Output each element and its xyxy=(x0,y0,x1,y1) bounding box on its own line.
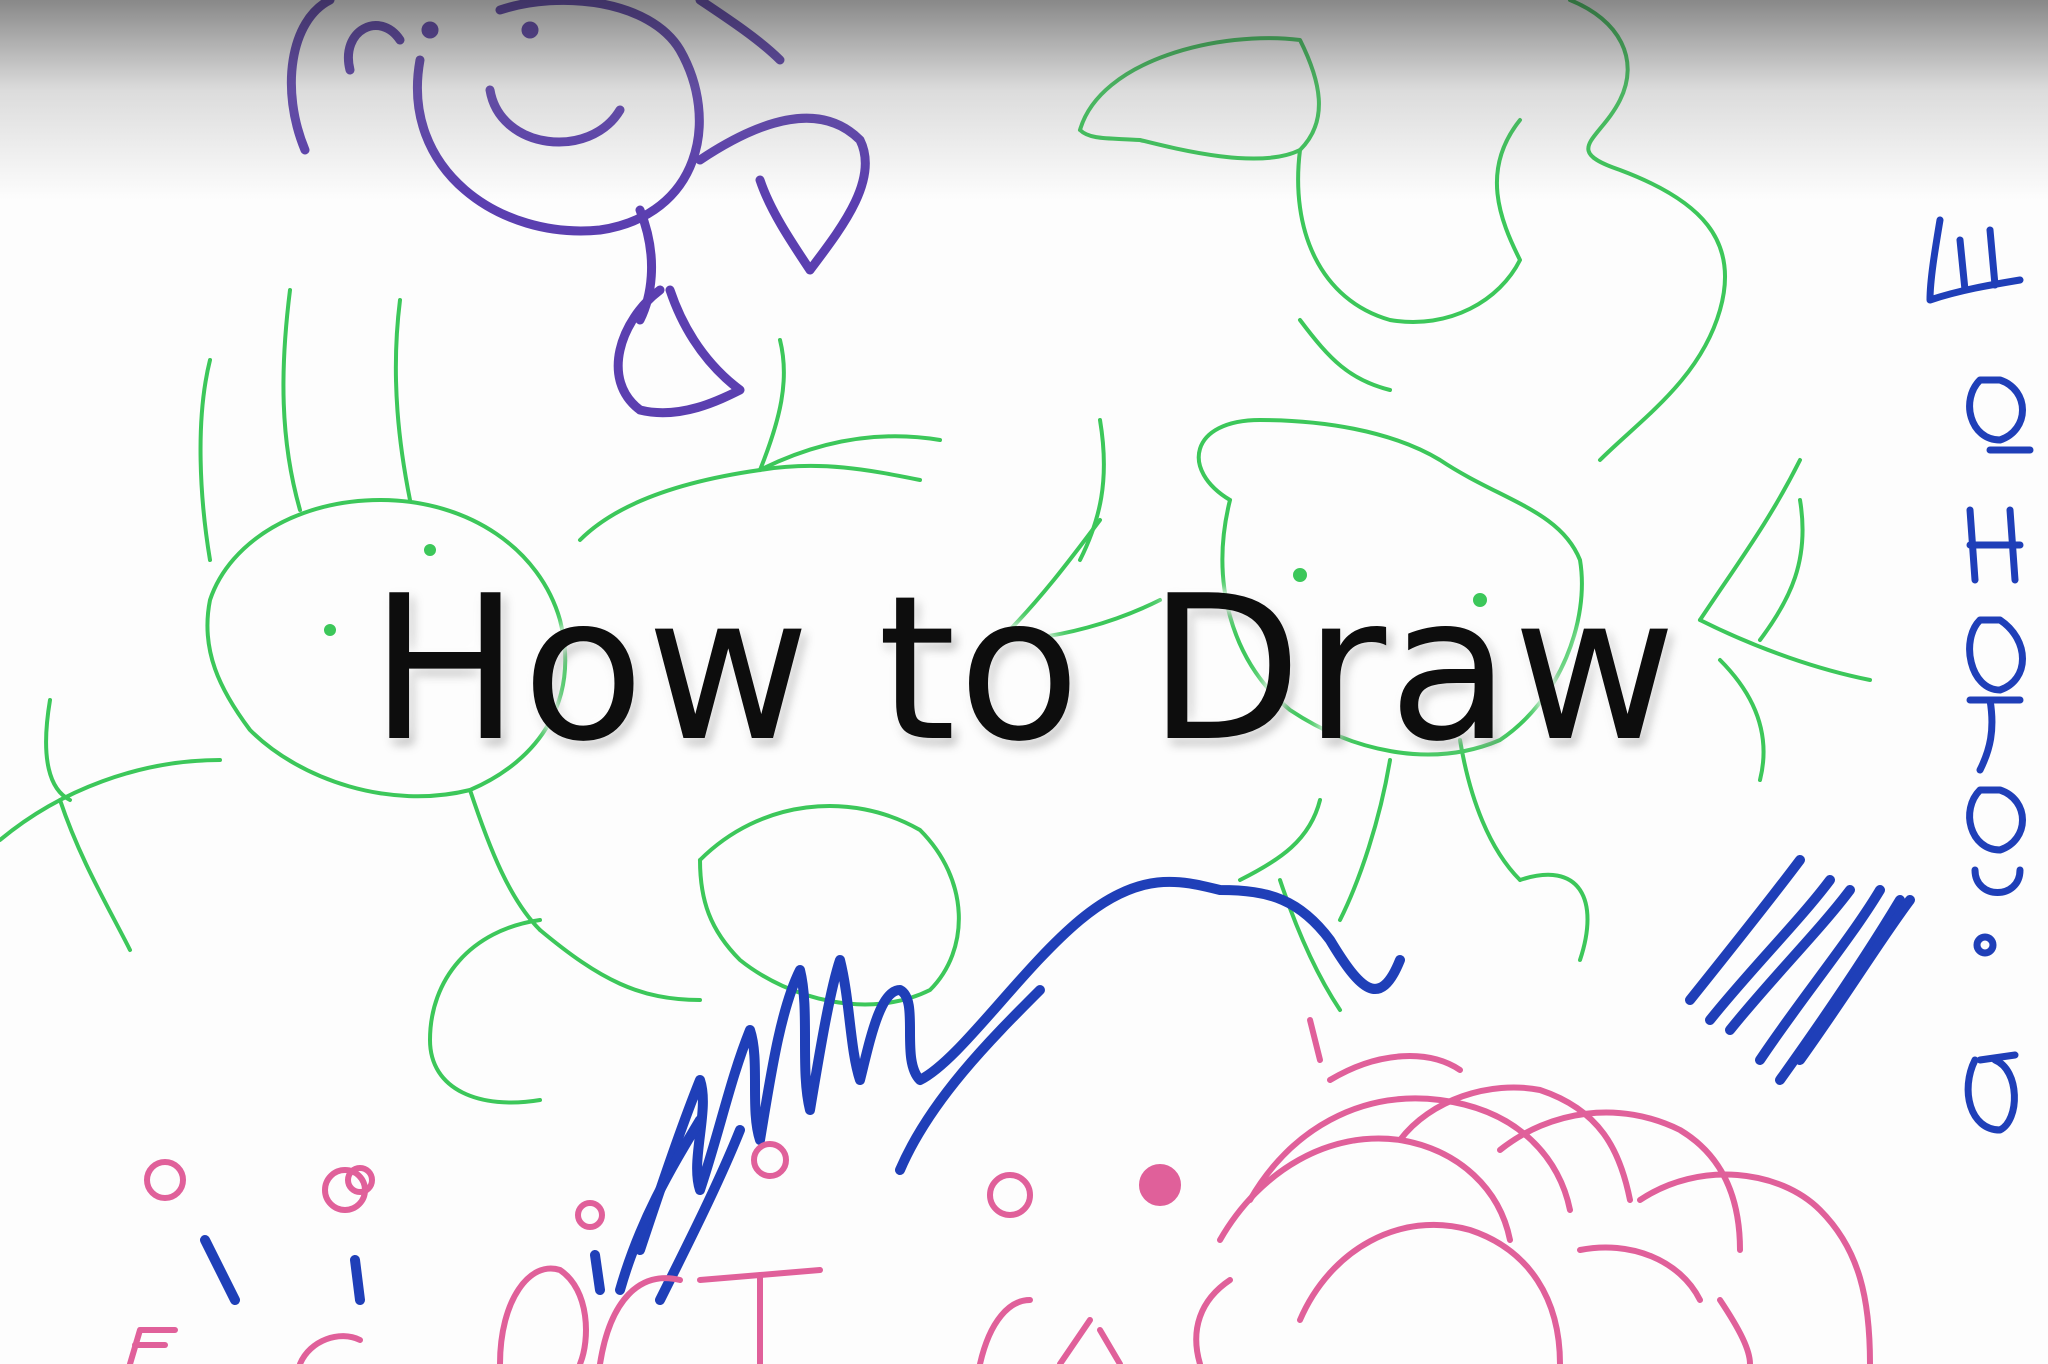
blue-scribble xyxy=(200,855,1915,1305)
pink-flowers xyxy=(127,1017,1873,1364)
page-title: How to Draw xyxy=(369,553,1679,786)
drawing-canvas: How to Draw xyxy=(0,0,2048,1364)
green-stick-figures xyxy=(0,0,1872,1105)
purple-stick-figure xyxy=(286,0,870,418)
